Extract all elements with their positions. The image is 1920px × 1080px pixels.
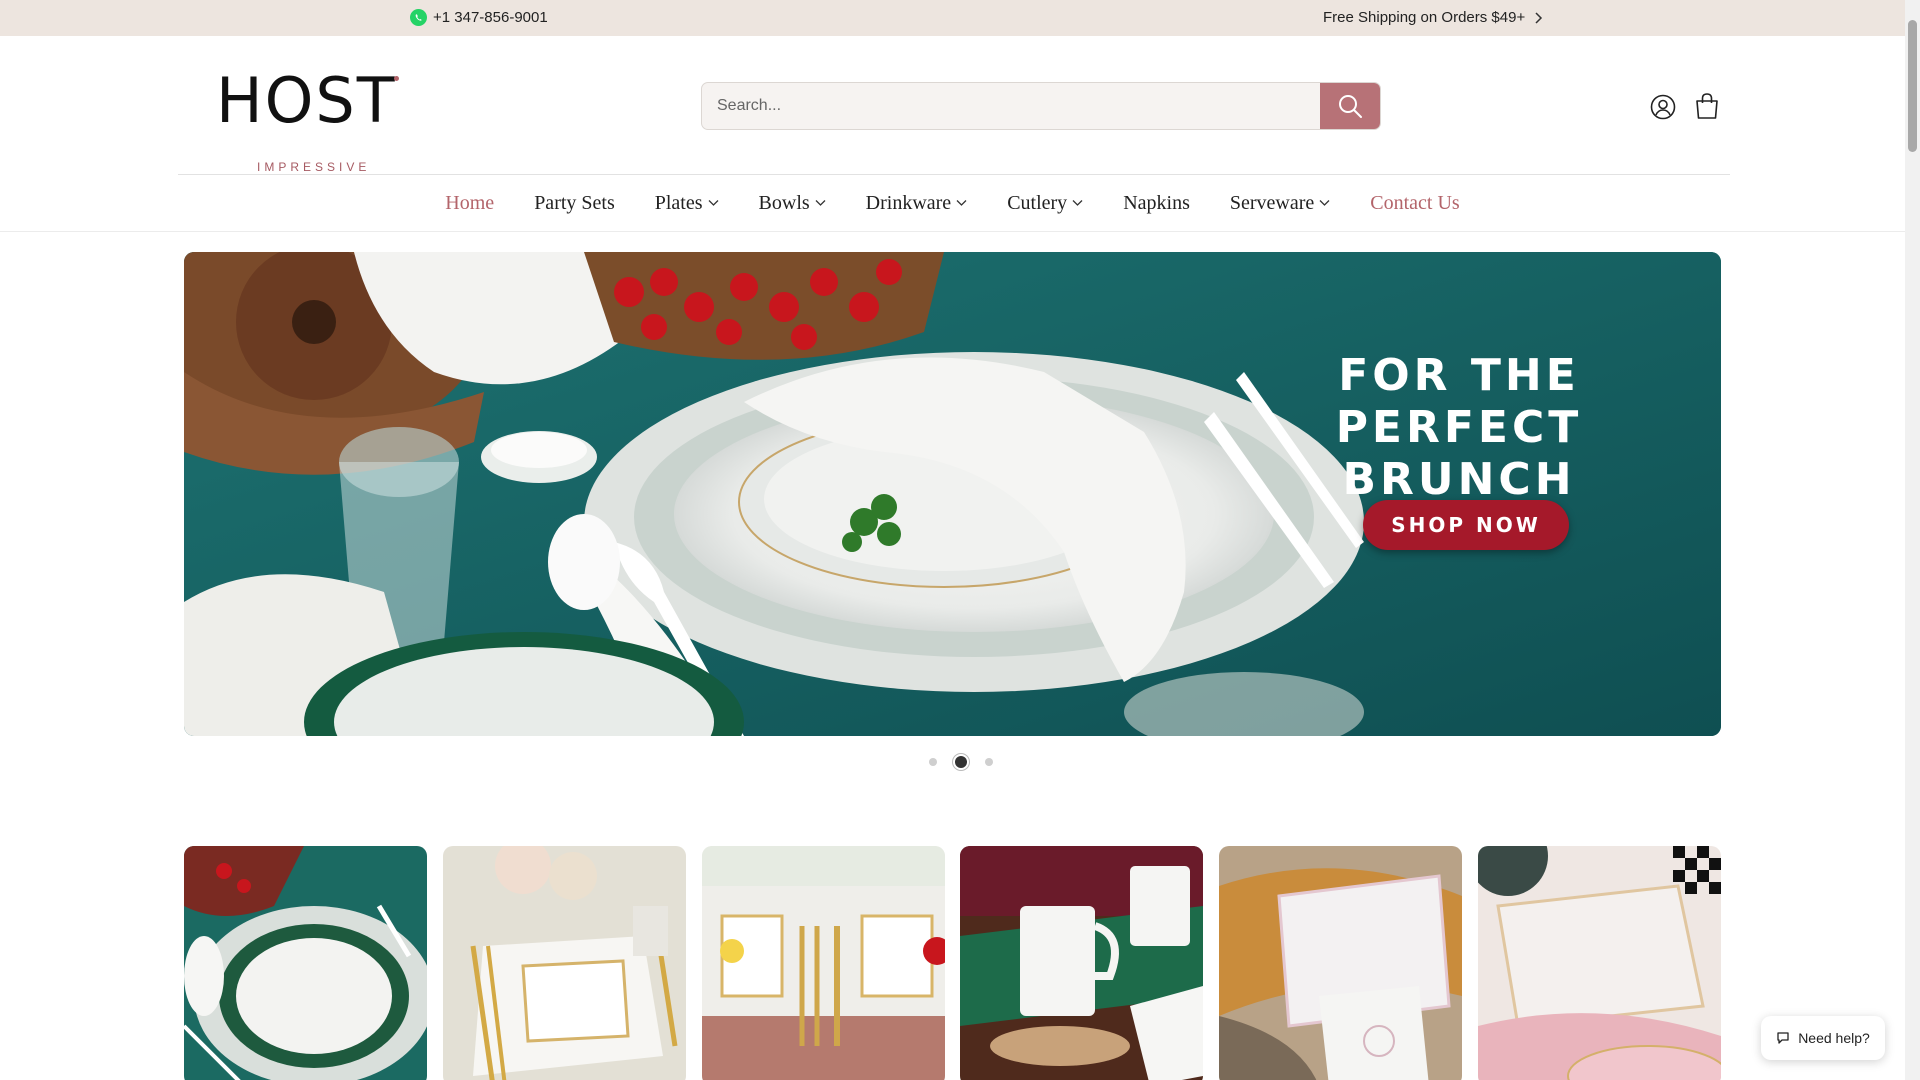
hero-headline: FOR THE PERFECT BRUNCH — [1224, 350, 1694, 506]
logo-wordmark: HOST — [216, 64, 397, 137]
whatsapp-icon — [410, 9, 427, 26]
nav-item-label: Plates — [654, 191, 703, 214]
category-tile[interactable] — [1477, 846, 1721, 1080]
nav-item-label: Serveware — [1229, 191, 1315, 214]
phone-number: +1 347-856-9001 — [433, 9, 548, 26]
cart-icon[interactable] — [1694, 92, 1720, 120]
nav-item-contact-us[interactable]: Contact Us — [1370, 192, 1459, 215]
shipping-promo-link[interactable]: Free Shipping on Orders $49+ — [1323, 9, 1543, 26]
category-image — [184, 846, 427, 1080]
logo-dot — [394, 76, 399, 81]
slider-pagination — [920, 752, 1002, 772]
chevron-down-icon — [956, 200, 967, 206]
search-icon — [1339, 95, 1362, 118]
site-header: HOST IMPRESSIVE — [0, 36, 1905, 174]
slider-dot-1[interactable] — [929, 758, 937, 766]
need-help-label: Need help? — [1798, 1030, 1870, 1046]
slider-dot-3[interactable] — [985, 758, 993, 766]
nav-item-cutlery[interactable]: Cutlery — [1007, 192, 1083, 215]
hero-banner[interactable]: FOR THE PERFECT BRUNCH SHOP NOW — [184, 252, 1721, 736]
nav-item-label: Napkins — [1123, 191, 1190, 214]
shop-now-button[interactable]: SHOP NOW — [1363, 500, 1569, 550]
category-image — [960, 846, 1204, 1080]
account-icon[interactable] — [1650, 94, 1676, 120]
need-help-button[interactable]: Need help? — [1761, 1016, 1885, 1060]
chevron-right-icon — [1535, 11, 1543, 24]
nav-item-label: Cutlery — [1007, 191, 1068, 214]
search-bar — [701, 82, 1381, 130]
category-image — [701, 846, 945, 1080]
category-image — [442, 846, 686, 1080]
nav-item-bowls[interactable]: Bowls — [759, 192, 826, 215]
category-tiles — [184, 846, 1721, 1080]
nav-item-drinkware[interactable]: Drinkware — [866, 192, 968, 215]
category-tile[interactable] — [1219, 846, 1463, 1080]
chevron-down-icon — [1072, 200, 1083, 206]
category-image — [1477, 846, 1721, 1080]
search-input[interactable] — [702, 83, 1320, 129]
chevron-down-icon — [708, 200, 718, 206]
logo-tagline: IMPRESSIVE — [257, 160, 371, 174]
nav-item-label: Drinkware — [865, 191, 952, 214]
category-image — [1219, 846, 1463, 1080]
category-tile[interactable] — [701, 846, 945, 1080]
chevron-down-icon — [1319, 200, 1330, 206]
nav-item-label: Bowls — [758, 191, 810, 214]
nav-item-plates[interactable]: Plates — [655, 192, 719, 215]
category-tile[interactable] — [442, 846, 686, 1080]
slider-dot-2[interactable] — [955, 756, 967, 768]
chevron-down-icon — [815, 200, 826, 206]
shipping-promo-text: Free Shipping on Orders $49+ — [1323, 9, 1526, 26]
site-logo[interactable]: HOST IMPRESSIVE — [216, 64, 406, 174]
announcement-bar: +1 347-856-9001 Free Shipping on Orders … — [0, 0, 1905, 36]
nav-item-home[interactable]: Home — [445, 192, 494, 215]
nav-item-label: Home — [445, 191, 495, 214]
category-tile[interactable] — [184, 846, 427, 1080]
category-tile[interactable] — [960, 846, 1204, 1080]
hero-headline-line1: FOR THE PERFECT — [1335, 350, 1583, 453]
header-bottom-border — [0, 231, 1905, 232]
nav-item-label: Party Sets — [534, 191, 615, 214]
nav-item-napkins[interactable]: Napkins — [1123, 192, 1190, 215]
chat-icon — [1777, 1032, 1789, 1044]
phone-link[interactable]: +1 347-856-9001 — [410, 9, 548, 26]
main-nav: Home Party Sets Plates Bowls Drinkware C… — [0, 175, 1905, 231]
nav-item-party-sets[interactable]: Party Sets — [534, 192, 615, 215]
nav-item-label: Contact Us — [1370, 191, 1460, 214]
scrollbar-thumb[interactable] — [1908, 20, 1917, 152]
hero-headline-line2: BRUNCH — [1342, 454, 1576, 505]
nav-item-serveware[interactable]: Serveware — [1230, 192, 1330, 215]
page-scrollbar[interactable] — [1905, 0, 1920, 1080]
search-button[interactable] — [1320, 83, 1380, 129]
